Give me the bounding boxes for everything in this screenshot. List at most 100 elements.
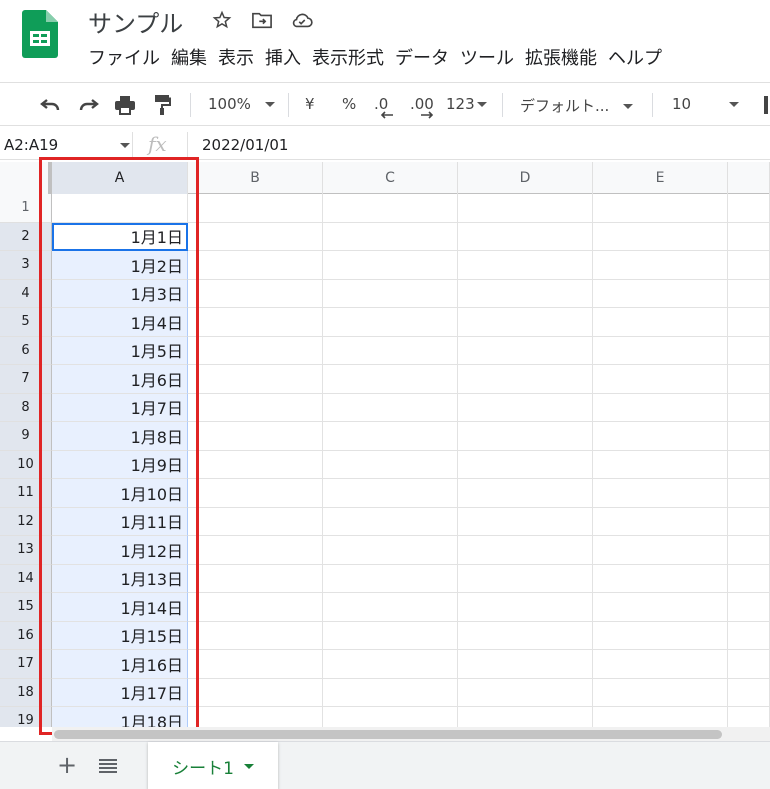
- row-header[interactable]: 1: [0, 194, 52, 223]
- menu-insert[interactable]: 挿入: [265, 44, 301, 70]
- row-header[interactable]: 16: [0, 621, 52, 650]
- undo-icon[interactable]: [38, 93, 62, 117]
- menu-format[interactable]: 表示形式: [312, 44, 384, 70]
- cell[interactable]: [593, 479, 728, 508]
- percent-format-button[interactable]: %: [342, 95, 356, 113]
- redo-icon[interactable]: [77, 93, 101, 117]
- column-header-c[interactable]: C: [323, 162, 458, 194]
- cell[interactable]: 1月10日: [52, 479, 188, 508]
- cell[interactable]: [323, 707, 458, 727]
- cell[interactable]: [458, 393, 593, 422]
- cell[interactable]: 1月1日: [52, 222, 188, 251]
- cell[interactable]: [728, 279, 770, 308]
- cell[interactable]: [188, 650, 323, 679]
- cell[interactable]: [458, 422, 593, 451]
- all-sheets-icon[interactable]: [95, 754, 121, 778]
- cell[interactable]: [728, 450, 770, 479]
- cell[interactable]: [188, 450, 323, 479]
- decrease-decimal-button[interactable]: .0: [374, 95, 393, 119]
- cell[interactable]: [593, 564, 728, 593]
- cell[interactable]: [458, 279, 593, 308]
- cell[interactable]: [323, 621, 458, 650]
- cell[interactable]: [593, 308, 728, 337]
- cell[interactable]: [323, 450, 458, 479]
- cell[interactable]: [593, 678, 728, 707]
- cell[interactable]: [323, 422, 458, 451]
- cell[interactable]: [593, 707, 728, 727]
- cell[interactable]: [728, 365, 770, 394]
- cell[interactable]: 1月9日: [52, 450, 188, 479]
- cell[interactable]: [728, 650, 770, 679]
- sheet-tab-caret-icon[interactable]: [243, 763, 254, 769]
- cell[interactable]: [323, 222, 458, 251]
- cell[interactable]: 1月16日: [52, 650, 188, 679]
- cell[interactable]: [188, 308, 323, 337]
- row-header[interactable]: 7: [0, 365, 52, 394]
- row-header[interactable]: 3: [0, 251, 52, 280]
- formula-input[interactable]: 2022/01/01: [202, 136, 288, 154]
- cell[interactable]: [728, 593, 770, 622]
- row-header[interactable]: 9: [0, 422, 52, 451]
- cell[interactable]: [458, 650, 593, 679]
- cell[interactable]: [593, 536, 728, 565]
- cell[interactable]: [728, 222, 770, 251]
- cell[interactable]: [188, 365, 323, 394]
- cell[interactable]: [323, 308, 458, 337]
- cell[interactable]: [323, 251, 458, 280]
- cell[interactable]: [458, 308, 593, 337]
- cell[interactable]: [188, 507, 323, 536]
- cell[interactable]: [593, 422, 728, 451]
- column-header-e[interactable]: E: [593, 162, 728, 194]
- row-header[interactable]: 4: [0, 279, 52, 308]
- cell[interactable]: 1月12日: [52, 536, 188, 565]
- cell[interactable]: [728, 507, 770, 536]
- cell[interactable]: 1月11日: [52, 507, 188, 536]
- cell[interactable]: [188, 279, 323, 308]
- move-to-folder-icon[interactable]: [250, 8, 274, 32]
- cell[interactable]: [593, 450, 728, 479]
- menu-tools[interactable]: ツール: [460, 44, 514, 70]
- column-header-a[interactable]: A: [52, 162, 188, 194]
- column-header-f[interactable]: [728, 162, 770, 194]
- row-header[interactable]: 18: [0, 678, 52, 707]
- cell[interactable]: [323, 479, 458, 508]
- cell[interactable]: [728, 678, 770, 707]
- cell[interactable]: 1月4日: [52, 308, 188, 337]
- column-header-b[interactable]: B: [188, 162, 323, 194]
- row-header[interactable]: 8: [0, 393, 52, 422]
- cell[interactable]: [458, 194, 593, 223]
- cell[interactable]: [188, 222, 323, 251]
- menu-edit[interactable]: 編集: [171, 44, 207, 70]
- select-all-corner[interactable]: [0, 162, 52, 194]
- add-sheet-icon[interactable]: +: [54, 751, 80, 779]
- menu-view[interactable]: 表示: [218, 44, 254, 70]
- cell[interactable]: [188, 336, 323, 365]
- cell[interactable]: [593, 365, 728, 394]
- cell[interactable]: [458, 593, 593, 622]
- cell[interactable]: [458, 251, 593, 280]
- cell[interactable]: [323, 650, 458, 679]
- cell[interactable]: [728, 336, 770, 365]
- row-header[interactable]: 13: [0, 536, 52, 565]
- cell[interactable]: 1月17日: [52, 678, 188, 707]
- cell[interactable]: [458, 479, 593, 508]
- cell[interactable]: [323, 678, 458, 707]
- cell[interactable]: [728, 707, 770, 727]
- menu-data[interactable]: データ: [395, 44, 449, 70]
- row-header[interactable]: 10: [0, 450, 52, 479]
- row-header[interactable]: 14: [0, 564, 52, 593]
- cell[interactable]: [728, 479, 770, 508]
- number-format-select[interactable]: 123: [446, 95, 487, 113]
- font-select[interactable]: デフォルト...: [520, 95, 634, 116]
- cloud-saved-icon[interactable]: [290, 8, 314, 32]
- cell[interactable]: [728, 308, 770, 337]
- cell[interactable]: [458, 564, 593, 593]
- cell[interactable]: [728, 251, 770, 280]
- cell[interactable]: [728, 393, 770, 422]
- increase-decimal-button[interactable]: .00: [410, 95, 434, 119]
- cell[interactable]: [728, 621, 770, 650]
- paint-format-icon[interactable]: [150, 93, 174, 117]
- cell[interactable]: [458, 536, 593, 565]
- cell[interactable]: 1月3日: [52, 279, 188, 308]
- sheet-tab-active[interactable]: シート1: [148, 742, 278, 789]
